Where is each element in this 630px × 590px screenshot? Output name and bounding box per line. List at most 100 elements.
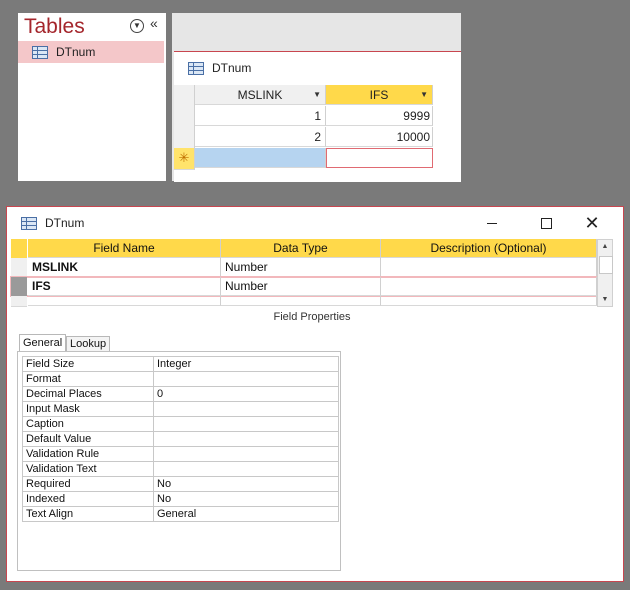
navigation-pane: Tables ▼ « DTnum: [18, 13, 166, 181]
property-value[interactable]: [153, 431, 339, 447]
property-value[interactable]: [153, 446, 339, 462]
properties-table: Field Size Integer Format Decimal Places 0 In…: [22, 356, 339, 522]
property-row: Input Mask: [22, 401, 339, 417]
scroll-thumb[interactable]: [599, 256, 613, 274]
property-name: Text Align: [22, 506, 154, 522]
nav-title: Tables: [24, 15, 85, 38]
property-name: Default Value: [22, 431, 154, 447]
row-selector[interactable]: [174, 106, 195, 128]
field-name-cell[interactable]: [28, 296, 221, 306]
column-header-data-type: Data Type: [221, 239, 381, 258]
cell-ifs[interactable]: 10000: [326, 127, 433, 147]
property-value[interactable]: No: [153, 476, 339, 492]
data-type-cell[interactable]: Number: [221, 277, 381, 296]
cell-mslink[interactable]: 2: [195, 127, 326, 147]
property-name: Indexed: [22, 491, 154, 507]
property-row: Caption: [22, 416, 339, 432]
property-name: Validation Text: [22, 461, 154, 477]
new-record-icon[interactable]: ✳: [174, 148, 195, 170]
scroll-up-icon[interactable]: ▲: [598, 240, 612, 253]
table-design-window: DTnum ✕ Field Name Data Type Description…: [6, 206, 624, 582]
property-name: Format: [22, 371, 154, 387]
data-type-cell[interactable]: Number: [221, 258, 381, 277]
field-grid-header: Field Name Data Type Description (Option…: [11, 239, 597, 259]
table-row: 1 9999: [174, 106, 461, 128]
tab-general[interactable]: General: [19, 334, 67, 352]
table-icon: [188, 62, 204, 75]
property-row: Decimal Places 0: [22, 386, 339, 402]
tab-lookup[interactable]: Lookup: [66, 336, 111, 351]
new-cell-ifs[interactable]: [326, 148, 433, 168]
column-header-description: Description (Optional): [381, 239, 597, 258]
column-header-label: IFS: [369, 88, 389, 102]
property-row: Text Align General: [22, 506, 339, 522]
nav-item-label: DTnum: [56, 45, 96, 59]
new-record-row: ✳: [174, 148, 461, 170]
property-row: Field Size Integer: [22, 356, 339, 372]
nav-item-dtnum[interactable]: DTnum: [18, 41, 164, 63]
property-row: Validation Rule: [22, 446, 339, 462]
datasheet-area: DTnum MSLINK ▼ IFS ▼ 1 9999 2 10000 ✳: [172, 13, 461, 182]
row-selector[interactable]: [11, 277, 27, 297]
nav-options-dropdown-icon[interactable]: ▼: [130, 19, 144, 33]
row-selector[interactable]: [11, 258, 27, 278]
property-value[interactable]: [153, 401, 339, 417]
property-name: Validation Rule: [22, 446, 154, 462]
field-name-cell[interactable]: IFS: [28, 277, 221, 296]
grid-header-row: MSLINK ▼ IFS ▼: [174, 85, 461, 107]
field-row: MSLINK Number: [11, 258, 597, 278]
property-name: Input Mask: [22, 401, 154, 417]
document-tab-title[interactable]: DTnum: [212, 61, 251, 75]
field-name-cell[interactable]: MSLINK: [28, 258, 221, 277]
property-value[interactable]: No: [153, 491, 339, 507]
filter-dropdown-icon[interactable]: ▼: [420, 85, 428, 105]
filter-dropdown-icon[interactable]: ▼: [313, 85, 321, 105]
column-header-mslink[interactable]: MSLINK ▼: [195, 85, 326, 105]
table-row: 2 10000: [174, 127, 461, 149]
scroll-down-icon[interactable]: ▼: [598, 293, 612, 306]
cell-mslink[interactable]: 1: [195, 106, 326, 126]
datasheet-document: DTnum MSLINK ▼ IFS ▼ 1 9999 2 10000 ✳: [174, 51, 461, 182]
row-selector[interactable]: [11, 296, 27, 307]
column-header-field-name: Field Name: [28, 239, 221, 258]
field-row-selected: IFS Number: [10, 276, 598, 297]
row-selector[interactable]: [174, 127, 195, 149]
vertical-scrollbar[interactable]: ▲ ▼: [597, 239, 613, 307]
field-grid: Field Name Data Type Description (Option…: [10, 239, 598, 307]
description-cell[interactable]: [381, 296, 597, 306]
property-name: Caption: [22, 416, 154, 432]
table-icon: [21, 217, 37, 230]
collapse-pane-icon[interactable]: «: [150, 15, 158, 31]
close-button[interactable]: ✕: [577, 212, 607, 234]
property-name: Decimal Places: [22, 386, 154, 402]
cell-ifs[interactable]: 9999: [326, 106, 433, 126]
property-value[interactable]: [153, 461, 339, 477]
maximize-button[interactable]: [531, 212, 561, 234]
window-title: DTnum: [45, 216, 85, 230]
property-value[interactable]: Integer: [153, 356, 339, 372]
property-row: Indexed No: [22, 491, 339, 507]
property-value[interactable]: 0: [153, 386, 339, 402]
select-all-corner[interactable]: [174, 85, 195, 107]
property-name: Required: [22, 476, 154, 492]
table-icon: [32, 46, 48, 59]
description-cell[interactable]: [381, 277, 597, 296]
property-row: Default Value: [22, 431, 339, 447]
document-tab-band: [172, 13, 461, 51]
property-row: Validation Text: [22, 461, 339, 477]
data-type-cell[interactable]: [221, 296, 381, 306]
field-properties-title: Field Properties: [273, 311, 351, 323]
property-name: Field Size: [22, 356, 154, 372]
new-cell-mslink[interactable]: [195, 148, 326, 168]
field-row-empty: [11, 296, 597, 307]
column-header-ifs[interactable]: IFS ▼: [326, 85, 433, 105]
property-value[interactable]: General: [153, 506, 339, 522]
description-cell[interactable]: [381, 258, 597, 277]
minimize-button[interactable]: [477, 212, 507, 234]
property-row: Format: [22, 371, 339, 387]
header-selector: [11, 239, 27, 259]
field-properties-panel: Field Size Integer Format Decimal Places 0 In…: [17, 351, 341, 571]
column-header-label: MSLINK: [237, 88, 283, 102]
property-value[interactable]: [153, 371, 339, 387]
property-value[interactable]: [153, 416, 339, 432]
